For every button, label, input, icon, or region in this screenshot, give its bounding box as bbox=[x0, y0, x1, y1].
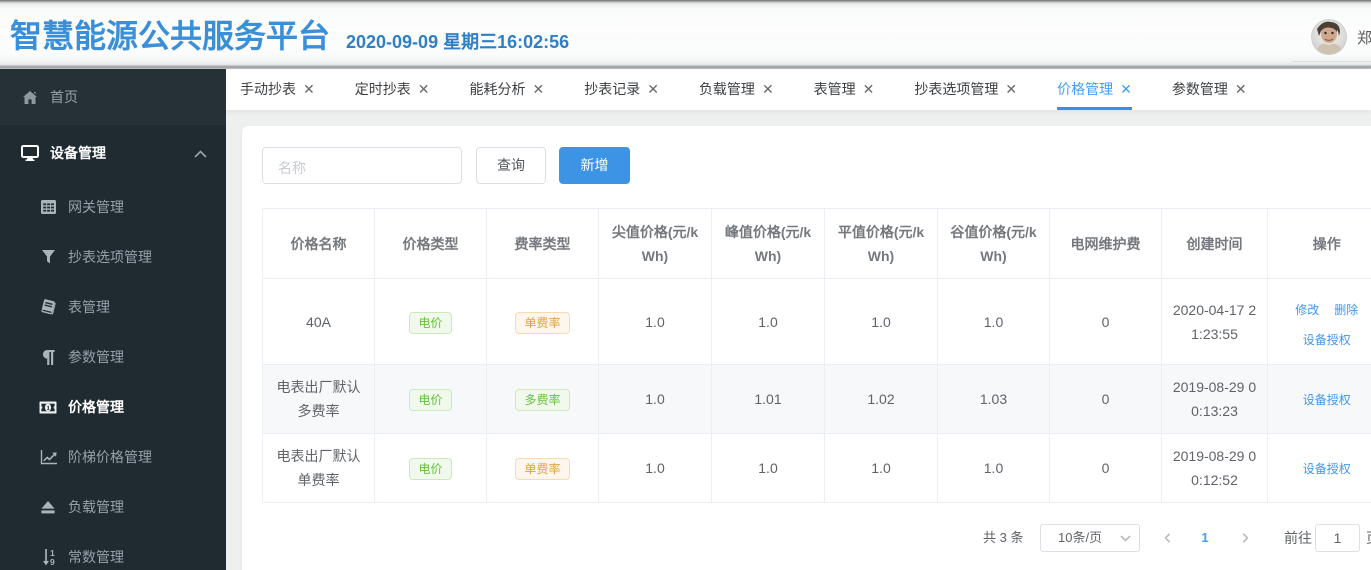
svg-text:9: 9 bbox=[50, 557, 55, 566]
